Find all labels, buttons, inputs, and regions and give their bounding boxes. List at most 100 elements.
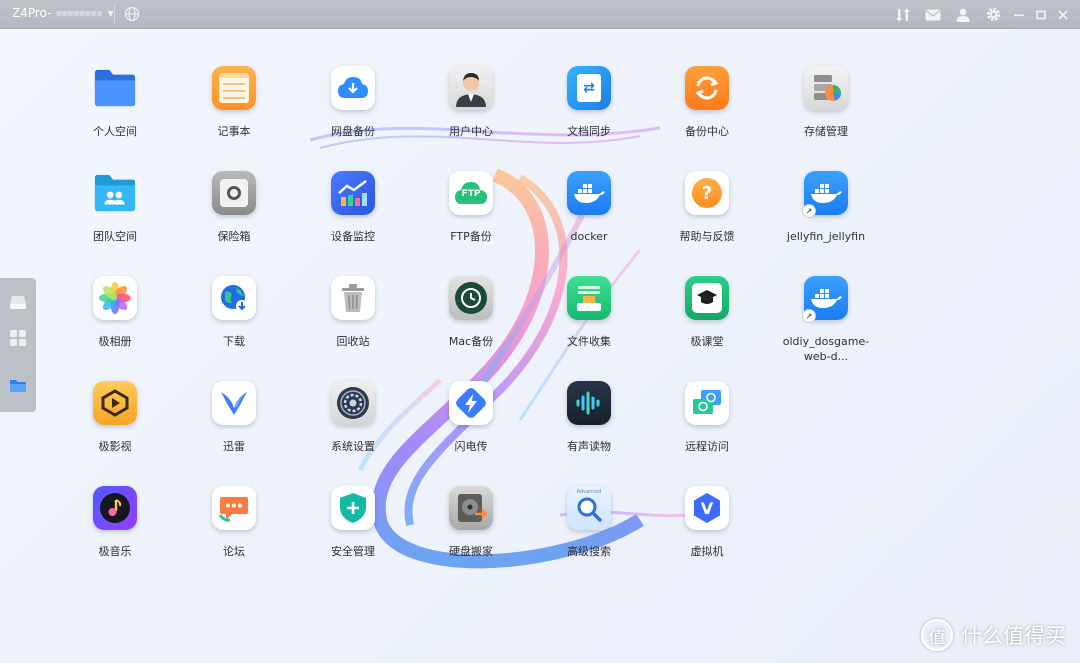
app-ftp-backup[interactable]: FTP FTP备份 xyxy=(416,171,526,271)
watermark-text: 什么值得买 xyxy=(961,624,1066,648)
app-notepad[interactable]: 记事本 xyxy=(179,66,289,166)
app-mac-backup[interactable]: Mac备份 xyxy=(416,276,526,376)
app-audiobook[interactable]: 有声读物 xyxy=(534,381,644,481)
search-icon: Advanced xyxy=(567,486,611,530)
app-virtual-machine[interactable]: V 虚拟机 xyxy=(652,486,762,586)
app-photos[interactable]: 极相册 xyxy=(60,276,170,376)
app-label: 硬盘搬家 xyxy=(449,545,493,558)
app-system-settings[interactable]: 系统设置 xyxy=(298,381,408,481)
app-label: 系统设置 xyxy=(331,440,375,453)
app-remote-access[interactable]: 远程访问 xyxy=(652,381,762,481)
vm-icon-text: V xyxy=(700,498,714,518)
mail-icon[interactable] xyxy=(918,0,948,29)
app-security-management[interactable]: 安全管理 xyxy=(298,486,408,586)
monitor-chart-icon xyxy=(331,171,375,215)
title-bar: Z4Pro- ▪▪▪▪▪▪▪▪ ▼ xyxy=(0,0,1080,29)
notepad-icon xyxy=(212,66,256,110)
forum-icon xyxy=(212,486,256,530)
audiobook-icon xyxy=(567,381,611,425)
doc-sync-icon: ⇄ xyxy=(567,66,611,110)
disk-move-icon xyxy=(449,486,493,530)
docker-icon: ↗ xyxy=(802,276,848,323)
ftp-icon: FTP xyxy=(449,171,493,215)
app-label: 用户中心 xyxy=(449,125,493,138)
app-lightning-transfer[interactable]: 闪电传 xyxy=(416,381,526,481)
app-recycle-bin[interactable]: 回收站 xyxy=(298,276,408,376)
app-download[interactable]: 下载 xyxy=(179,276,289,376)
app-label: 设备监控 xyxy=(331,230,375,243)
app-label: 帮助与反馈 xyxy=(679,230,735,243)
app-forum[interactable]: 论坛 xyxy=(179,486,289,586)
app-classroom[interactable]: 极课堂 xyxy=(652,276,762,376)
app-device-monitor[interactable]: 设备监控 xyxy=(298,171,408,271)
shortcut-badge-icon: ↗ xyxy=(802,204,816,218)
app-label: 远程访问 xyxy=(685,440,729,453)
transfer-icon[interactable] xyxy=(888,0,918,29)
trash-icon xyxy=(331,276,375,320)
app-label: 极课堂 xyxy=(690,335,724,348)
app-docker[interactable]: docker xyxy=(534,171,644,271)
thunder-bird-icon xyxy=(212,381,256,425)
app-label: FTP备份 xyxy=(450,230,492,243)
docker-icon xyxy=(567,171,611,215)
device-name-blurred: ▪▪▪▪▪▪▪▪ xyxy=(55,7,102,19)
app-label: 文档同步 xyxy=(567,125,611,138)
app-thunder[interactable]: 迅雷 xyxy=(179,381,289,481)
title-divider xyxy=(114,4,115,24)
cloud-backup-icon xyxy=(331,66,375,110)
maximize-icon[interactable] xyxy=(1030,0,1052,29)
apps-grid-icon[interactable] xyxy=(8,328,28,348)
app-label: 文件收集 xyxy=(567,335,611,348)
app-cloud-backup[interactable]: 网盘备份 xyxy=(298,66,408,166)
lightning-icon xyxy=(449,381,493,425)
app-storage-management[interactable]: 存储管理 xyxy=(771,66,881,166)
minimize-icon[interactable] xyxy=(1008,0,1030,29)
app-dosgame[interactable]: ↗ oldiy_dosgame-web-d... xyxy=(771,276,881,376)
app-doc-sync[interactable]: ⇄ 文档同步 xyxy=(534,66,644,166)
shortcut-badge-icon: ↗ xyxy=(802,309,816,323)
user-icon[interactable] xyxy=(948,0,978,29)
app-label: 团队空间 xyxy=(93,230,137,243)
app-label: 记事本 xyxy=(217,125,251,138)
app-safe[interactable]: 保险箱 xyxy=(179,171,289,271)
app-team-space[interactable]: 团队空间 xyxy=(60,171,170,271)
app-advanced-search[interactable]: Advanced 高级搜索 xyxy=(534,486,644,586)
app-label: 极影视 xyxy=(98,440,132,453)
app-label: 存储管理 xyxy=(804,125,848,138)
search-caption: Advanced xyxy=(576,489,602,495)
app-file-collect[interactable]: 文件收集 xyxy=(534,276,644,376)
app-label: oldiy_dosgame-web-d... xyxy=(782,335,870,363)
app-personal-space[interactable]: 个人空间 xyxy=(60,66,170,166)
globe-icon[interactable] xyxy=(124,6,140,22)
app-backup-center[interactable]: 备份中心 xyxy=(652,66,762,166)
ftp-icon-text: FTP xyxy=(461,189,481,199)
app-label: 安全管理 xyxy=(331,545,375,558)
folder-icon[interactable] xyxy=(8,376,28,396)
close-icon[interactable] xyxy=(1052,0,1074,29)
app-label: 闪电传 xyxy=(454,440,488,453)
safe-icon xyxy=(212,171,256,215)
app-label: 备份中心 xyxy=(685,125,729,138)
docker-icon: ↗ xyxy=(802,171,848,218)
device-name-text: Z4Pro- xyxy=(12,6,52,20)
download-globe-icon xyxy=(212,276,256,320)
app-label: 有声读物 xyxy=(567,440,611,453)
app-label: 网盘备份 xyxy=(331,125,375,138)
app-video[interactable]: 极影视 xyxy=(60,381,170,481)
app-disk-move[interactable]: 硬盘搬家 xyxy=(416,486,526,586)
app-label: 极音乐 xyxy=(98,545,132,558)
app-jellyfin[interactable]: ↗ jellyfin_jellyfin xyxy=(771,171,881,271)
time-machine-icon xyxy=(449,276,493,320)
app-label: 论坛 xyxy=(223,545,245,558)
chevron-down-icon: ▼ xyxy=(107,8,114,18)
settings-icon[interactable] xyxy=(978,0,1008,29)
app-music[interactable]: 极音乐 xyxy=(60,486,170,586)
app-label: Mac备份 xyxy=(448,335,494,348)
device-selector[interactable]: Z4Pro- ▪▪▪▪▪▪▪▪ ▼ xyxy=(12,6,114,20)
storage-icon xyxy=(804,66,848,110)
app-user-center[interactable]: 用户中心 xyxy=(416,66,526,166)
app-label: 下载 xyxy=(223,335,245,348)
drive-icon[interactable] xyxy=(8,292,28,312)
app-help-feedback[interactable]: ? 帮助与反馈 xyxy=(652,171,762,271)
app-label: 保险箱 xyxy=(217,230,251,243)
